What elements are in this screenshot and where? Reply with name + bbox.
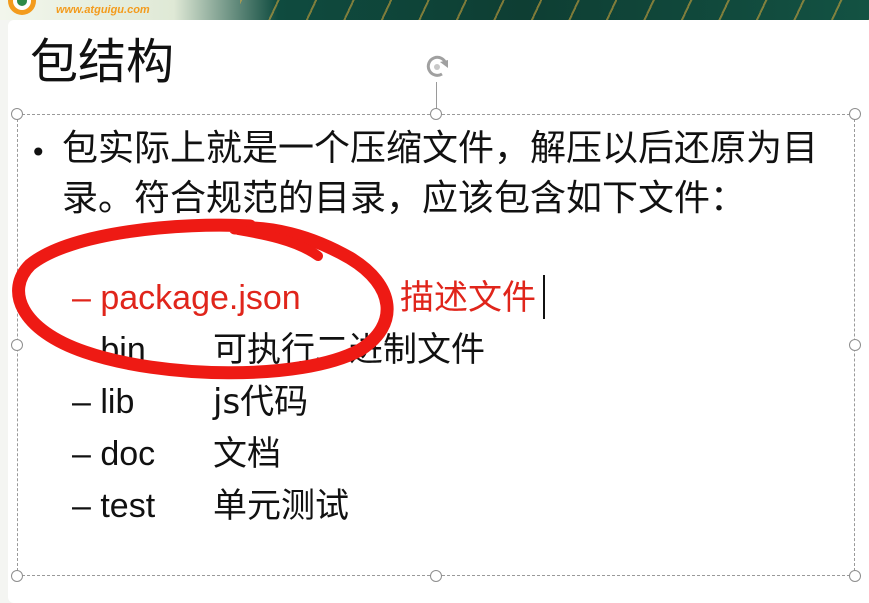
list-item-desc-lib: js代码 <box>213 382 309 422</box>
list-item-doc: – doc <box>72 434 155 474</box>
list-item-bin: – bin <box>72 330 146 370</box>
list-item-desc-doc: 文档 <box>213 434 281 474</box>
resize-handle-top-right[interactable] <box>849 108 861 120</box>
text-cursor <box>543 275 545 319</box>
list-item-name: – package.json <box>72 279 301 317</box>
resize-handle-bottom-right[interactable] <box>849 570 861 582</box>
list-item-package-json: – package.json <box>72 278 301 318</box>
resize-handle-bottom-left[interactable] <box>11 570 23 582</box>
list-item-desc-bin: 可执行二进制文件 <box>213 330 485 370</box>
list-item-test: – test <box>72 486 155 526</box>
resize-handle-right[interactable] <box>849 339 861 351</box>
list-item-lib: – lib <box>72 382 134 422</box>
resize-handle-top-left[interactable] <box>11 108 23 120</box>
body-paragraph: 包实际上就是一个压缩文件，解压以后还原为目录。符合规范的目录，应该包含如下文件： <box>62 128 819 219</box>
list-item-desc-package-json: 描述文件 <box>400 278 536 318</box>
list-item-desc-test: 单元测试 <box>213 486 349 526</box>
top-banner: www.atguigu.com <box>0 0 869 20</box>
list-item-name: – doc <box>72 435 156 473</box>
rotate-handle-icon[interactable] <box>420 50 454 84</box>
logo-icon <box>8 0 36 15</box>
banner-decoration <box>240 0 869 20</box>
resize-handle-top[interactable] <box>430 108 442 120</box>
bullet-icon: • <box>30 136 47 169</box>
logo-url: www.atguigu.com <box>56 4 150 16</box>
list-item-name: – lib <box>72 383 135 421</box>
resize-handle-left[interactable] <box>11 339 23 351</box>
list-item-name: – test <box>72 487 156 525</box>
page-title: 包结构 <box>30 34 175 90</box>
list-item-name: – bin <box>72 331 146 369</box>
resize-handle-bottom[interactable] <box>430 570 442 582</box>
